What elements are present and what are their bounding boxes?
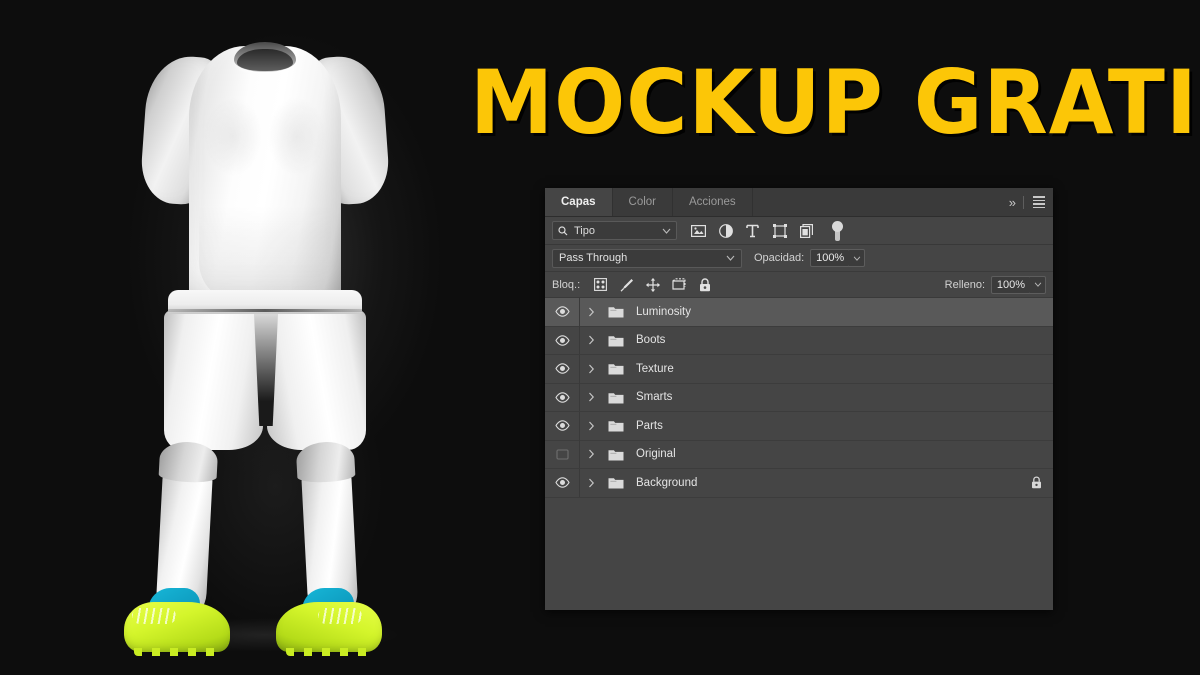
lock-image-icon[interactable] xyxy=(619,277,634,292)
layer-row[interactable]: Luminosity xyxy=(545,297,1053,327)
shorts-leg-left xyxy=(164,310,263,450)
fill-chevron-down-icon[interactable] xyxy=(1030,275,1046,294)
sock-cuff xyxy=(295,440,356,484)
layer-group-folder-icon xyxy=(602,305,630,318)
expand-group-chevron-right-icon[interactable] xyxy=(580,421,602,431)
chevron-down-icon[interactable] xyxy=(726,255,735,261)
layer-visibility-hidden-icon[interactable] xyxy=(545,449,579,460)
layer-filter-icons xyxy=(691,223,814,238)
layer-name[interactable]: Original xyxy=(630,448,1019,460)
expand-group-chevron-right-icon[interactable] xyxy=(580,478,602,488)
panel-tab-controls: » xyxy=(1009,188,1053,216)
tab-capas[interactable]: Capas xyxy=(545,188,613,216)
boot-studs xyxy=(286,648,374,656)
layer-name[interactable]: Boots xyxy=(630,334,1019,346)
layer-row[interactable]: Texture xyxy=(545,354,1053,384)
opacity-label: Opacidad: xyxy=(754,252,805,264)
fill-input[interactable]: 100% xyxy=(991,275,1031,294)
layer-group-folder-icon xyxy=(602,362,630,375)
divider xyxy=(1023,195,1024,209)
tab-label: Color xyxy=(628,196,657,208)
type-layer-filter-icon[interactable] xyxy=(745,223,760,238)
layer-list: Luminosity Boots Texture Smarts Parts Origina… xyxy=(545,297,1053,498)
tab-color[interactable]: Color xyxy=(613,188,674,216)
page-title: MOCKUP GRATIS xyxy=(470,51,1200,154)
layer-row[interactable]: Parts xyxy=(545,411,1053,441)
filter-enable-toggle[interactable] xyxy=(832,220,843,241)
expand-group-chevron-right-icon[interactable] xyxy=(580,449,602,459)
expand-group-chevron-right-icon[interactable] xyxy=(580,335,602,345)
layer-visibility-eye-icon[interactable] xyxy=(545,391,579,403)
layer-group-folder-icon xyxy=(602,391,630,404)
layer-name[interactable]: Background xyxy=(630,477,1019,489)
tab-label: Acciones xyxy=(689,196,736,208)
boot-right xyxy=(266,584,382,658)
soccer-kit-mockup xyxy=(110,18,420,658)
search-icon xyxy=(558,225,568,236)
boot-left xyxy=(124,584,240,658)
smart-object-filter-icon[interactable] xyxy=(799,223,814,238)
layer-filter-type-select[interactable]: Tipo xyxy=(552,221,677,240)
layer-row[interactable]: Smarts xyxy=(545,383,1053,412)
layer-name[interactable]: Parts xyxy=(630,420,1019,432)
layer-row[interactable]: Boots xyxy=(545,326,1053,355)
pixel-layer-filter-icon[interactable] xyxy=(691,223,706,238)
layer-group-folder-icon xyxy=(602,476,630,489)
layer-filter-row: Tipo xyxy=(545,217,1053,245)
boot-studs xyxy=(134,648,222,656)
shape-layer-filter-icon[interactable] xyxy=(772,223,787,238)
filter-type-label: Tipo xyxy=(574,224,595,237)
collapse-panel-icon[interactable]: » xyxy=(1009,195,1016,210)
layer-visibility-eye-icon[interactable] xyxy=(545,334,579,346)
expand-group-chevron-right-icon[interactable] xyxy=(580,392,602,402)
lock-all-icon[interactable] xyxy=(697,277,712,292)
opacity-chevron-down-icon[interactable] xyxy=(849,249,866,267)
layer-name[interactable]: Luminosity xyxy=(630,306,1019,318)
panel-tab-bar: Capas Color Acciones » xyxy=(545,188,1053,217)
layer-visibility-eye-icon[interactable] xyxy=(545,420,579,432)
tab-acciones[interactable]: Acciones xyxy=(673,188,753,216)
fill-label: Relleno: xyxy=(944,278,985,291)
blend-mode-row: Pass Through Opacidad: 100% xyxy=(545,245,1053,272)
shorts-waistband xyxy=(168,290,362,314)
layer-list-empty-space xyxy=(545,497,1053,610)
layer-visibility-eye-icon[interactable] xyxy=(545,306,579,318)
layer-group-folder-icon xyxy=(602,448,630,461)
layer-group-folder-icon xyxy=(602,334,630,347)
lock-position-icon[interactable] xyxy=(645,277,660,292)
boot-laces xyxy=(318,608,362,624)
layer-name[interactable]: Texture xyxy=(630,363,1019,375)
jersey-torso xyxy=(189,46,341,308)
layer-row[interactable]: Background xyxy=(545,468,1053,498)
chevron-down-icon[interactable] xyxy=(662,228,671,234)
layer-row[interactable]: Original xyxy=(545,440,1053,469)
blend-mode-select[interactable]: Pass Through xyxy=(552,248,742,268)
lock-transparency-icon[interactable] xyxy=(593,277,608,292)
layer-locked-icon[interactable] xyxy=(1019,476,1053,489)
tab-label: Capas xyxy=(561,196,596,208)
panel-menu-icon[interactable] xyxy=(1033,196,1045,208)
layer-visibility-eye-icon[interactable] xyxy=(545,477,579,489)
toggle-knob xyxy=(832,220,843,232)
layers-panel: Capas Color Acciones » Tipo Pass Through… xyxy=(545,188,1053,610)
adjustment-layer-filter-icon[interactable] xyxy=(718,223,733,238)
jersey-collar xyxy=(234,42,296,72)
blend-mode-value: Pass Through xyxy=(559,252,628,264)
shorts-leg-right xyxy=(267,310,366,450)
lock-artboard-icon[interactable] xyxy=(671,277,686,292)
shorts-mockup xyxy=(150,290,380,450)
jersey-mockup xyxy=(134,28,396,308)
fill-controls: Relleno: 100% xyxy=(933,275,1046,294)
layer-visibility-eye-icon[interactable] xyxy=(545,363,579,375)
expand-group-chevron-right-icon[interactable] xyxy=(580,307,602,317)
sock-cuff xyxy=(158,440,219,484)
layer-group-folder-icon xyxy=(602,419,630,432)
expand-group-chevron-right-icon[interactable] xyxy=(580,364,602,374)
boot-laces xyxy=(132,608,176,624)
layer-name[interactable]: Smarts xyxy=(630,391,1019,403)
lock-label: Bloq.: xyxy=(552,278,581,291)
opacity-input[interactable]: 100% xyxy=(810,249,851,267)
lock-row: Bloq.: Relleno: 100% xyxy=(545,272,1053,298)
